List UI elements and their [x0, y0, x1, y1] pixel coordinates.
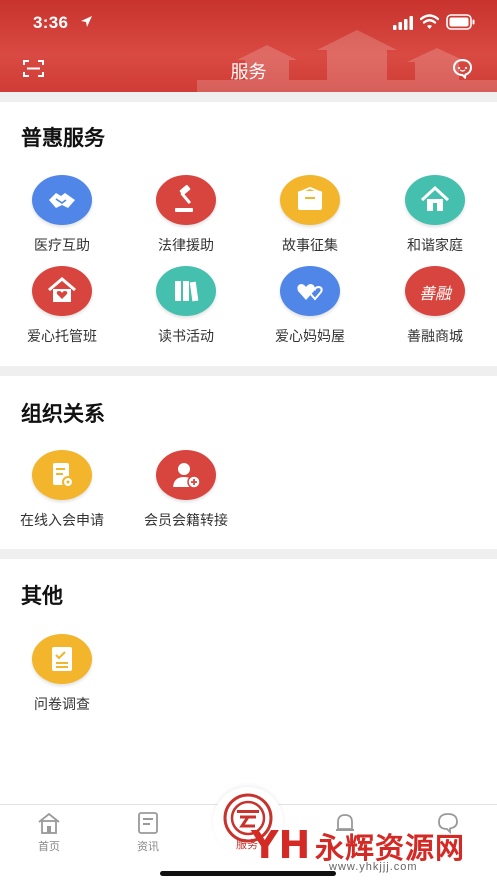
service-harmonious-family[interactable]: 和谐家庭	[373, 175, 497, 255]
service-label: 故事征集	[282, 237, 338, 253]
tab-label: 资讯	[137, 841, 159, 853]
watermark: YH 永辉资源网 www.yhkjjj.com	[251, 823, 471, 873]
service-label: 会员会籍转接	[144, 512, 228, 528]
home-icon	[38, 812, 60, 834]
watermark-mark: YH	[251, 823, 311, 867]
tab-news[interactable]: 资讯	[113, 811, 183, 854]
tab-home[interactable]: 首页	[14, 811, 84, 854]
watermark-url: www.yhkjjj.com	[329, 861, 418, 873]
questionnaire-icon	[32, 634, 92, 684]
service-mother-room[interactable]: 爱心妈妈屋	[248, 266, 372, 346]
service-shanrong-mall[interactable]: 善融 善融商城	[373, 266, 497, 346]
header: 3:36 服务	[0, 0, 497, 92]
service-label: 在线入会申请	[20, 512, 104, 528]
service-label: 医疗互助	[34, 237, 90, 253]
gavel-icon	[156, 175, 216, 225]
tab-label: 首页	[38, 841, 60, 853]
news-icon	[138, 812, 158, 834]
service-label: 善融商城	[407, 328, 463, 344]
section-organization: 组织关系 在线入会申请 会员会籍转接	[0, 376, 497, 549]
shanrong-logo-text: 善融	[418, 284, 451, 303]
wifi-icon	[420, 14, 439, 29]
service-story-collection[interactable]: 故事征集	[248, 175, 372, 255]
shanrong-logo-icon: 善融	[405, 266, 465, 316]
service-online-join[interactable]: 在线入会申请	[0, 450, 124, 530]
service-label: 法律援助	[158, 237, 214, 253]
home-indicator	[160, 871, 336, 876]
service-label: 爱心妈妈屋	[275, 328, 345, 344]
hearts-icon	[280, 266, 340, 316]
house-icon	[405, 175, 465, 225]
books-icon	[156, 266, 216, 316]
message-icon[interactable]	[452, 58, 473, 79]
section-other: 其他 问卷调查	[0, 559, 497, 804]
user-add-icon	[156, 450, 216, 500]
battery-icon	[446, 14, 475, 30]
cellular-signal-icon	[393, 16, 413, 30]
status-time: 3:36	[33, 13, 69, 32]
service-medical-aid[interactable]: 医疗互助	[0, 175, 124, 255]
service-label: 爱心托管班	[27, 328, 97, 344]
tab-bar: 首页 资讯 服务 YH 永辉资源网 www.yhkjjj.com	[0, 787, 497, 883]
status-bar: 3:36	[0, 0, 497, 46]
envelope-icon	[280, 175, 340, 225]
section-title: 普惠服务	[21, 127, 105, 150]
section-title: 组织关系	[21, 403, 105, 426]
service-care-class[interactable]: 爱心托管班	[0, 266, 124, 346]
handshake-icon	[32, 175, 92, 225]
application-form-icon	[32, 450, 92, 500]
service-membership-transfer[interactable]: 会员会籍转接	[124, 450, 248, 530]
service-label: 和谐家庭	[407, 237, 463, 253]
location-arrow-icon	[81, 16, 92, 27]
service-reading[interactable]: 读书活动	[124, 266, 248, 346]
page-title: 服务	[230, 62, 267, 82]
service-legal-aid[interactable]: 法律援助	[124, 175, 248, 255]
service-label: 问卷调查	[34, 696, 90, 712]
service-label: 读书活动	[158, 328, 214, 344]
section-title: 其他	[21, 585, 63, 608]
heart-house-icon	[32, 266, 92, 316]
service-questionnaire[interactable]: 问卷调查	[0, 634, 124, 714]
section-puhui: 普惠服务 医疗互助 法律援助 故事征集 和谐家庭 爱心托管班 读书活动 爱心妈妈…	[0, 102, 497, 366]
